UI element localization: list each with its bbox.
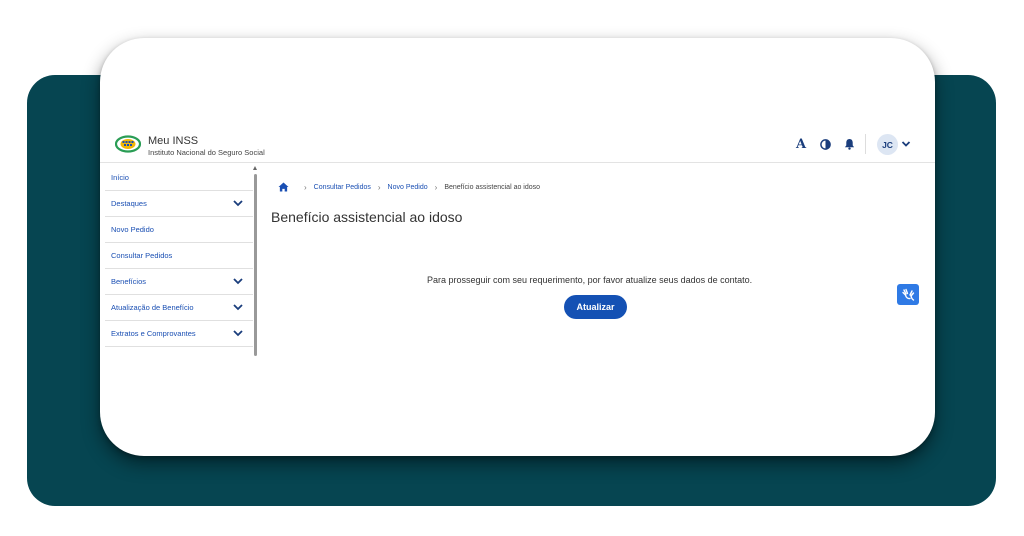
sidebar-item-label: Extratos e Comprovantes bbox=[111, 329, 196, 338]
sidebar-item-extratos-e-comprovantes[interactable]: Extratos e Comprovantes bbox=[105, 321, 253, 347]
home-icon[interactable] bbox=[278, 182, 289, 192]
sidebar-item-beneficios[interactable]: Benefícios bbox=[105, 269, 253, 295]
page-title: Benefício assistencial ao idoso bbox=[271, 209, 463, 225]
sidebar-item-novo-pedido[interactable]: Novo Pedido bbox=[105, 217, 253, 243]
sidebar-menu: Início Destaques Novo Pedido Consultar P… bbox=[105, 164, 253, 347]
breadcrumb-current: Benefício assistencial ao idoso bbox=[444, 183, 541, 191]
update-contact-message: Para prosseguir com seu requerimento, po… bbox=[427, 275, 753, 285]
chevron-down-icon[interactable] bbox=[233, 277, 243, 285]
app-title: Meu INSS bbox=[148, 135, 199, 147]
sidebar-item-atualizacao-de-beneficio[interactable]: Atualização de Benefício bbox=[105, 295, 253, 321]
sidebar-item-inicio[interactable]: Início bbox=[105, 164, 253, 191]
chevron-down-icon[interactable] bbox=[233, 303, 243, 311]
user-menu-chevron-down-icon[interactable] bbox=[901, 138, 911, 150]
breadcrumb: › Consultar Pedidos › Novo Pedido › Bene… bbox=[278, 181, 540, 193]
contrast-glyph-icon bbox=[819, 138, 831, 150]
chevron-down-icon[interactable] bbox=[233, 199, 243, 207]
scrollbar-thumb[interactable] bbox=[254, 174, 257, 356]
sidebar-item-label: Benefícios bbox=[111, 277, 147, 286]
sidebar-item-label: Novo Pedido bbox=[111, 225, 154, 234]
breadcrumb-separator-icon: › bbox=[304, 182, 307, 192]
sidebar-item-label: Atualização de Benefício bbox=[111, 303, 194, 312]
top-header: Meu INSS Instituto Nacional do Seguro So… bbox=[100, 128, 935, 163]
notifications-bell-icon[interactable] bbox=[841, 136, 857, 152]
app-window: Meu INSS Instituto Nacional do Seguro So… bbox=[100, 38, 935, 456]
font-size-icon[interactable]: A bbox=[793, 136, 809, 152]
app-subtitle: Instituto Nacional do Seguro Social bbox=[148, 148, 265, 157]
breadcrumb-separator-icon: › bbox=[377, 182, 381, 192]
atualizar-button[interactable]: Atualizar bbox=[564, 295, 627, 319]
scroll-up-arrow-icon[interactable] bbox=[253, 166, 257, 170]
sidebar-item-label: Consultar Pedidos bbox=[111, 251, 173, 260]
chevron-down-icon[interactable] bbox=[233, 329, 243, 337]
breadcrumb-link-consultar-pedidos[interactable]: Consultar Pedidos bbox=[314, 184, 371, 191]
sidebar-item-label: Destaques bbox=[111, 199, 147, 208]
contrast-icon[interactable] bbox=[817, 136, 833, 152]
inss-logo-icon bbox=[115, 135, 141, 153]
breadcrumb-link-novo-pedido[interactable]: Novo Pedido bbox=[388, 184, 428, 191]
sidebar-scrollbar[interactable] bbox=[253, 166, 258, 356]
bell-glyph-icon bbox=[844, 138, 854, 150]
header-divider bbox=[865, 134, 866, 154]
sign-language-hands-icon bbox=[902, 288, 915, 301]
breadcrumb-separator-icon: › bbox=[434, 182, 438, 192]
user-avatar[interactable]: JC bbox=[877, 134, 898, 155]
sidebar-item-destaques[interactable]: Destaques bbox=[105, 191, 253, 217]
sidebar-item-consultar-pedidos[interactable]: Consultar Pedidos bbox=[105, 243, 253, 269]
sidebar-item-label: Início bbox=[111, 172, 129, 182]
accessibility-sign-language-button[interactable] bbox=[897, 284, 919, 305]
